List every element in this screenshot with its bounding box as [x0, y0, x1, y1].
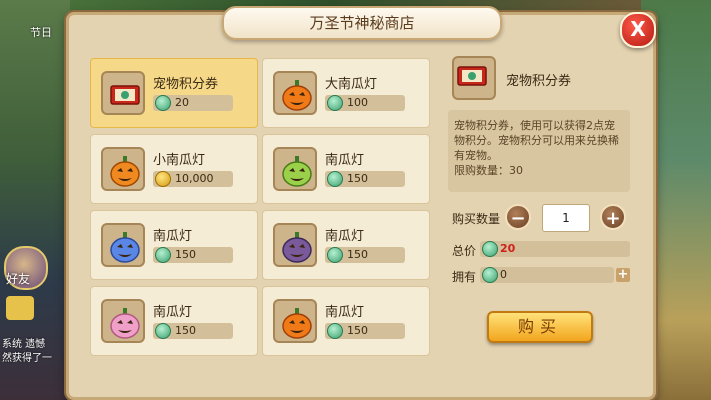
item-card[interactable]: 南瓜灯 150: [262, 210, 430, 280]
green-coin-icon: [327, 171, 343, 187]
gold-coin-icon: [155, 171, 171, 187]
add-currency-button[interactable]: +: [616, 268, 630, 282]
item-name: 小南瓜灯: [153, 153, 206, 168]
item-price-bar: 10,000: [153, 171, 233, 187]
item-name: 南瓜灯: [325, 305, 365, 320]
item-price: 150: [347, 324, 368, 337]
item-price-bar: 100: [325, 95, 405, 111]
friend-button-label[interactable]: 好友: [6, 270, 30, 287]
item-name: 南瓜灯: [325, 153, 365, 168]
item-card[interactable]: 南瓜灯 150: [90, 286, 258, 356]
item-description-box: 宠物积分券，使用可以获得2点宠物积分。宠物积分可以用来兑换稀有宠物。 限购数量：…: [448, 110, 630, 192]
orange-pumpkin-icon: [273, 299, 317, 343]
chat-log: 系统 遗憾 然获得了一: [2, 338, 52, 366]
buy-button[interactable]: 购买: [487, 311, 593, 343]
owned-bar: 0: [480, 267, 614, 283]
green-coin-icon: [482, 267, 498, 283]
item-description: 宠物积分券，使用可以获得2点宠物积分。宠物积分可以用来兑换稀有宠物。: [454, 119, 619, 162]
green-coin-icon: [482, 241, 498, 257]
owned-label: 拥有: [452, 270, 477, 284]
green-coin-icon: [327, 95, 343, 111]
item-card[interactable]: 南瓜灯 150: [90, 210, 258, 280]
shop-title: 万圣节神秘商店: [222, 6, 502, 40]
ticket-icon: [101, 71, 145, 115]
total-price-bar: 20: [480, 241, 630, 257]
item-price-bar: 20: [153, 95, 233, 111]
purple-pumpkin-icon: [273, 223, 317, 267]
item-price: 100: [347, 96, 368, 109]
item-name: 南瓜灯: [153, 229, 193, 244]
item-card[interactable]: 南瓜灯 150: [262, 286, 430, 356]
detail-item-name: 宠物积分券: [506, 74, 572, 89]
total-label: 总价: [452, 244, 477, 258]
item-name: 大南瓜灯: [325, 77, 378, 92]
chat-line: 系统 遗憾: [2, 339, 46, 350]
quantity-label: 购买数量: [452, 212, 501, 226]
item-card[interactable]: 大南瓜灯 100: [262, 58, 430, 128]
owned-amount: 0: [500, 268, 507, 281]
orange-pumpkin-icon: [273, 71, 317, 115]
detail-ticket-icon: [452, 56, 496, 100]
minus-button[interactable]: −: [505, 204, 531, 230]
green-coin-icon: [155, 323, 171, 339]
green-pumpkin-icon: [273, 147, 317, 191]
item-name: 南瓜灯: [153, 305, 193, 320]
item-price: 150: [347, 172, 368, 185]
item-price-bar: 150: [325, 247, 405, 263]
plus-button[interactable]: +: [600, 204, 626, 230]
small-pumpkin-icon: [101, 147, 145, 191]
quantity-input[interactable]: 1: [542, 204, 590, 232]
close-icon[interactable]: X: [620, 12, 656, 48]
item-price: 150: [347, 248, 368, 261]
item-name: 南瓜灯: [325, 229, 365, 244]
item-card[interactable]: 南瓜灯 150: [262, 134, 430, 204]
green-coin-icon: [327, 323, 343, 339]
item-price-bar: 150: [153, 323, 233, 339]
item-price-bar: 150: [325, 171, 405, 187]
chat-icon[interactable]: [6, 296, 34, 320]
item-name: 宠物积分券: [153, 77, 219, 92]
item-price: 150: [175, 248, 196, 261]
hud-festival-label: 节日: [30, 26, 52, 39]
item-price: 20: [175, 96, 189, 109]
item-card[interactable]: 小南瓜灯 10,000: [90, 134, 258, 204]
green-coin-icon: [327, 247, 343, 263]
total-price: 20: [500, 242, 516, 255]
item-price-bar: 150: [325, 323, 405, 339]
green-coin-icon: [155, 247, 171, 263]
item-card[interactable]: 宠物积分券 20: [90, 58, 258, 128]
item-price: 150: [175, 324, 196, 337]
item-price-bar: 150: [153, 247, 233, 263]
item-price: 10,000: [175, 172, 214, 185]
green-coin-icon: [155, 95, 171, 111]
blue-pumpkin-icon: [101, 223, 145, 267]
chat-line: 然获得了一: [2, 353, 52, 364]
purchase-limit: 限购数量：30: [454, 164, 523, 177]
pink-pumpkin-icon: [101, 299, 145, 343]
